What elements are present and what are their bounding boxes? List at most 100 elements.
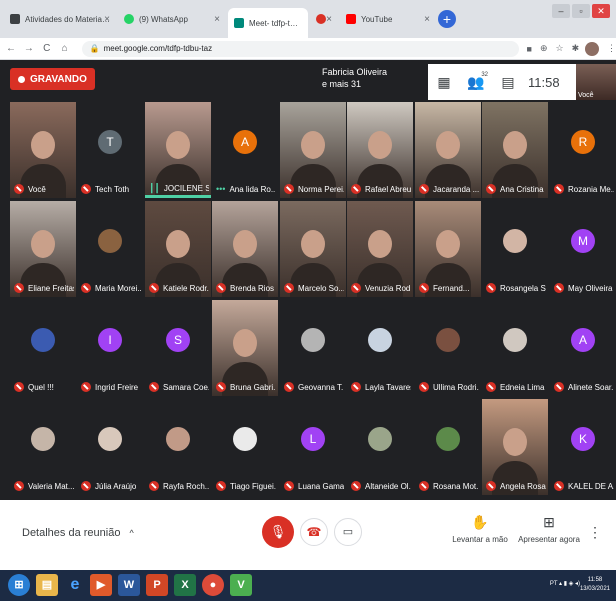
participant-nameplate: Alinete Soar...: [554, 382, 614, 392]
reload-icon[interactable]: C: [40, 43, 54, 54]
participant-name: Venuzia Rod...: [365, 283, 411, 293]
participant-tile[interactable]: L Luana Gama: [280, 399, 346, 495]
participant-nameplate: Marcelo So...: [284, 283, 344, 293]
recording-badge: GRAVANDO: [10, 68, 95, 90]
close-tab-icon[interactable]: ×: [214, 14, 220, 25]
tab-whatsapp[interactable]: (9) WhatsApp ×: [118, 8, 226, 30]
participant-tile[interactable]: ┃┃JOCILENE S...: [145, 102, 211, 198]
participant-tile[interactable]: K KALEL DE A...: [550, 399, 616, 495]
file-explorer-icon[interactable]: ▤: [36, 574, 58, 596]
participant-tile[interactable]: Marcelo So...: [280, 201, 346, 297]
meeting-details-button[interactable]: Detalhes da reunião ^: [22, 527, 134, 539]
tab-atividades[interactable]: Atividades do Material 1 "C" CH ×: [4, 8, 116, 30]
participant-tile[interactable]: Norma Perei...: [280, 102, 346, 198]
participant-tile[interactable]: Altaneide Ol...: [347, 399, 413, 495]
participant-tile[interactable]: Você: [10, 102, 76, 198]
close-tab-icon[interactable]: ×: [104, 14, 110, 25]
participant-initial-avatar: M: [571, 229, 595, 253]
participant-tile[interactable]: Katiele Rodr...: [145, 201, 211, 297]
hang-up-button[interactable]: ☎: [300, 518, 328, 546]
participant-tile[interactable]: Fernand...: [415, 201, 481, 297]
tab-meet[interactable]: Meet- tdfp-tdbu-taz: [228, 8, 308, 38]
participant-tile[interactable]: Geovanna T...: [280, 300, 346, 396]
chrome-icon[interactable]: ●: [202, 574, 224, 596]
chat-icon[interactable]: ▤: [492, 74, 524, 91]
mic-muted-icon: [419, 382, 429, 392]
system-clock[interactable]: 11:58 13/03/2021: [580, 576, 610, 594]
profile-avatar[interactable]: [585, 41, 600, 56]
participant-tile[interactable]: Angela Rosa: [482, 399, 548, 495]
participant-tile[interactable]: A Alinete Soar...: [550, 300, 616, 396]
participant-tile[interactable]: Quel !!!: [10, 300, 76, 396]
participant-name: Alinete Soar...: [568, 382, 614, 392]
participant-tile[interactable]: Eliane Freitas: [10, 201, 76, 297]
zoom-icon[interactable]: ⊕: [540, 43, 548, 54]
extensions-icon[interactable]: ✱: [572, 43, 580, 54]
mic-muted-icon: [284, 382, 294, 392]
mic-muted-icon: [351, 382, 361, 392]
participant-tile[interactable]: T Tech Toth: [77, 102, 143, 198]
self-thumbnail[interactable]: Você: [576, 64, 616, 100]
home-icon[interactable]: ⌂: [58, 43, 72, 54]
new-tab-button[interactable]: +: [438, 10, 456, 28]
bookmark-star-icon[interactable]: ☆: [556, 43, 564, 54]
mic-muted-icon: [284, 283, 294, 293]
media-player-icon[interactable]: ▶: [90, 574, 112, 596]
start-button-icon[interactable]: ⊞: [8, 574, 30, 596]
people-icon[interactable]: 👥 32: [460, 72, 492, 91]
url-field[interactable]: 🔒 meet.google.com/tdfp-tdbu-taz: [81, 40, 519, 57]
participant-tile[interactable]: Rosangela S...: [482, 201, 548, 297]
camera-toggle-button[interactable]: ▭: [334, 518, 362, 546]
powerpoint-icon[interactable]: P: [146, 574, 168, 596]
participant-tile[interactable]: R Rozania Me...: [550, 102, 616, 198]
maximize-button[interactable]: ▫: [572, 4, 590, 18]
layout-icon[interactable]: ▦: [428, 74, 460, 91]
participant-tile[interactable]: Bruna Gabri...: [212, 300, 278, 396]
back-icon[interactable]: ←: [4, 43, 18, 54]
participant-tile[interactable]: Jacaranda ...: [415, 102, 481, 198]
participant-tile[interactable]: M May Oliveira: [550, 201, 616, 297]
participant-tile[interactable]: Layla Tavares: [347, 300, 413, 396]
excel-icon[interactable]: X: [174, 574, 196, 596]
participant-tile[interactable]: I Ingrid Freire: [77, 300, 143, 396]
forward-icon[interactable]: →: [22, 43, 36, 54]
word-icon[interactable]: W: [118, 574, 140, 596]
tab-youtube[interactable]: YouTube ×: [340, 8, 436, 30]
internet-explorer-icon[interactable]: e: [64, 574, 86, 596]
mic-muted-icon: [81, 382, 91, 392]
participant-tile[interactable]: A ••• Ana lida Ro...: [212, 102, 278, 198]
vysor-icon[interactable]: V: [230, 574, 252, 596]
participant-tile[interactable]: Ana Cristina ...: [482, 102, 548, 198]
participant-name: Luana Gama: [298, 481, 344, 491]
menu-kebab-icon[interactable]: ⋮: [607, 43, 616, 54]
participant-tile[interactable]: Rafael Abreu: [347, 102, 413, 198]
participant-tile[interactable]: Brenda Rios: [212, 201, 278, 297]
microphone-toggle-button[interactable]: 🎙: [262, 516, 294, 548]
close-tab-icon[interactable]: ×: [424, 14, 430, 25]
participant-tile[interactable]: Edneia Lima: [482, 300, 548, 396]
camera-indicator-icon[interactable]: ■: [527, 44, 532, 54]
close-window-button[interactable]: ✕: [592, 4, 610, 18]
raise-hand-button[interactable]: ✋ Levantar a mão: [445, 514, 515, 544]
recording-icon: [316, 14, 326, 24]
participant-tile[interactable]: Venuzia Rod...: [347, 201, 413, 297]
close-tab-icon[interactable]: ×: [326, 14, 332, 25]
meet-stage: GRAVANDO Fabricia Oliveira e mais 31 ▦ 👥…: [0, 60, 616, 500]
present-now-button[interactable]: ⊞ Apresentar agora: [514, 514, 584, 544]
participant-tile[interactable]: Rayfa Roch...: [145, 399, 211, 495]
participant-initial-avatar: R: [571, 130, 595, 154]
more-options-icon[interactable]: ⋮: [588, 524, 602, 541]
participant-tile[interactable]: Ullima Rodri...: [415, 300, 481, 396]
minimize-button[interactable]: –: [552, 4, 570, 18]
participant-tile[interactable]: Maria Morei...: [77, 201, 143, 297]
participant-tile[interactable]: Júlia Araújo: [77, 399, 143, 495]
participant-tile[interactable]: Tiago Figuei...: [212, 399, 278, 495]
participant-tile[interactable]: S Samara Coe...: [145, 300, 211, 396]
participant-tile[interactable]: Rosana Mot...: [415, 399, 481, 495]
participant-nameplate: Venuzia Rod...: [351, 283, 411, 293]
mic-muted-icon: [284, 481, 294, 491]
participant-tile[interactable]: Valeria Mat...: [10, 399, 76, 495]
tab-recording[interactable]: ×: [310, 8, 338, 30]
phone-hangup-icon: ☎: [306, 525, 322, 539]
participant-nameplate: Júlia Araújo: [81, 481, 141, 491]
